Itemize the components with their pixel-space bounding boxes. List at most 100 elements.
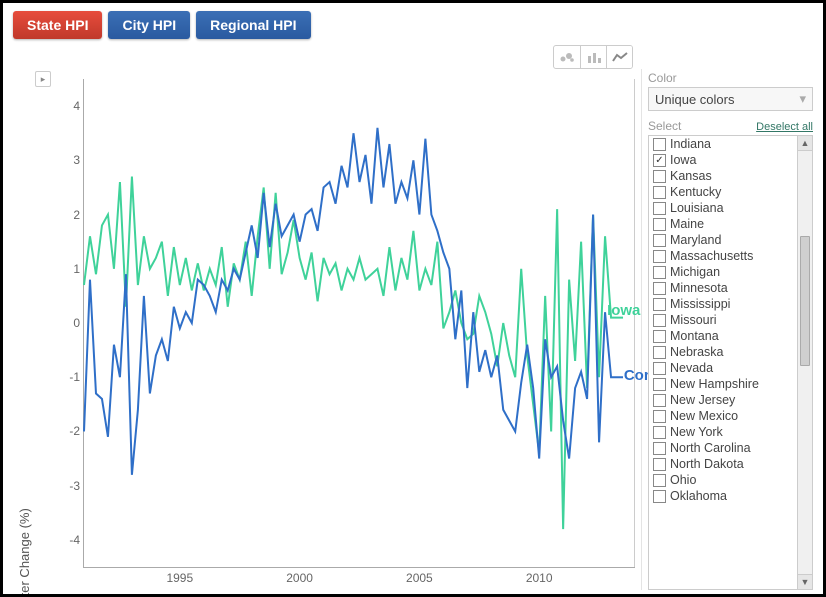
- app-frame: State HPI City HPI Regional HPI 1-Quarte…: [0, 0, 826, 597]
- state-checkbox[interactable]: [653, 378, 666, 391]
- state-label: Minnesota: [670, 281, 728, 295]
- state-label: New Hampshire: [670, 377, 759, 391]
- state-label: New Mexico: [670, 409, 738, 423]
- state-checkbox[interactable]: [653, 298, 666, 311]
- state-item-maryland[interactable]: Maryland: [649, 232, 812, 248]
- state-checkbox[interactable]: [653, 410, 666, 423]
- state-item-louisiana[interactable]: Louisiana: [649, 200, 812, 216]
- x-tick: 2000: [286, 571, 313, 585]
- state-checkbox[interactable]: [653, 330, 666, 343]
- state-label: Mississippi: [670, 297, 730, 311]
- bubble-chart-icon[interactable]: [554, 46, 580, 68]
- state-item-new-mexico[interactable]: New Mexico: [649, 408, 812, 424]
- x-tick: 2005: [406, 571, 433, 585]
- tab-regional-hpi[interactable]: Regional HPI: [196, 11, 310, 39]
- state-item-michigan[interactable]: Michigan: [649, 264, 812, 280]
- state-checkbox[interactable]: [653, 266, 666, 279]
- state-checkbox[interactable]: [653, 186, 666, 199]
- state-item-missouri[interactable]: Missouri: [649, 312, 812, 328]
- state-label: Louisiana: [670, 201, 724, 215]
- state-label: Nevada: [670, 361, 713, 375]
- state-item-kansas[interactable]: Kansas: [649, 168, 812, 184]
- state-checkbox[interactable]: [653, 314, 666, 327]
- y-tick: -2: [56, 424, 80, 438]
- y-tick: 4: [56, 99, 80, 113]
- state-checkbox[interactable]: [653, 234, 666, 247]
- state-item-ohio[interactable]: Ohio: [649, 472, 812, 488]
- color-select[interactable]: Unique colors ▾: [648, 87, 813, 111]
- chart-plot-area[interactable]: -4-3-2-1012341995200020052010IowaConnect…: [83, 79, 635, 568]
- tab-city-hpi[interactable]: City HPI: [108, 11, 190, 39]
- y-axis-label: 1-Quarter Change (%): [17, 508, 32, 597]
- state-label: Montana: [670, 329, 719, 343]
- y-tick: 2: [56, 208, 80, 222]
- state-checkbox[interactable]: [653, 394, 666, 407]
- state-label: New Jersey: [670, 393, 735, 407]
- state-label: Nebraska: [670, 345, 724, 359]
- state-checkbox[interactable]: [653, 170, 666, 183]
- state-label: Maine: [670, 217, 704, 231]
- scroll-up-icon[interactable]: ▲: [798, 136, 812, 151]
- state-item-kentucky[interactable]: Kentucky: [649, 184, 812, 200]
- state-label: Maryland: [670, 233, 721, 247]
- y-tick: -1: [56, 370, 80, 384]
- state-checkbox[interactable]: [653, 250, 666, 263]
- state-label: New York: [670, 425, 723, 439]
- y-tick: -3: [56, 479, 80, 493]
- state-checkbox[interactable]: [653, 346, 666, 359]
- y-tick: 1: [56, 262, 80, 276]
- state-checkbox[interactable]: [653, 362, 666, 375]
- state-item-north-dakota[interactable]: North Dakota: [649, 456, 812, 472]
- state-item-oklahoma[interactable]: Oklahoma: [649, 488, 812, 504]
- scroll-thumb[interactable]: [800, 236, 810, 366]
- state-list-scrollbar[interactable]: ▲ ▼: [797, 136, 812, 589]
- state-item-iowa[interactable]: ✓ Iowa: [649, 152, 812, 168]
- state-checkbox[interactable]: [653, 442, 666, 455]
- state-checkbox[interactable]: ✓: [653, 154, 666, 167]
- state-checkbox[interactable]: [653, 458, 666, 471]
- scroll-down-icon[interactable]: ▼: [798, 574, 812, 589]
- play-button[interactable]: ▸: [35, 71, 51, 87]
- state-item-indiana[interactable]: Indiana: [649, 136, 812, 152]
- state-item-north-carolina[interactable]: North Carolina: [649, 440, 812, 456]
- state-checkbox[interactable]: [653, 218, 666, 231]
- state-checkbox[interactable]: [653, 138, 666, 151]
- state-checkbox[interactable]: [653, 202, 666, 215]
- chevron-down-icon: ▾: [799, 91, 806, 107]
- state-checkbox[interactable]: [653, 474, 666, 487]
- select-label: Select: [648, 119, 681, 133]
- y-tick: -4: [56, 533, 80, 547]
- state-checkbox[interactable]: [653, 426, 666, 439]
- state-item-nebraska[interactable]: Nebraska: [649, 344, 812, 360]
- tab-state-hpi[interactable]: State HPI: [13, 11, 102, 39]
- state-item-montana[interactable]: Montana: [649, 328, 812, 344]
- state-item-new-jersey[interactable]: New Jersey: [649, 392, 812, 408]
- chart-type-toolbar: [13, 45, 633, 69]
- state-checkbox[interactable]: [653, 282, 666, 295]
- deselect-all-link[interactable]: Deselect all: [756, 121, 813, 133]
- state-label: Kansas: [670, 169, 712, 183]
- tab-bar: State HPI City HPI Regional HPI: [13, 11, 813, 39]
- state-label: Oklahoma: [670, 489, 727, 503]
- x-tick: 2010: [526, 571, 553, 585]
- x-tick: 1995: [166, 571, 193, 585]
- y-tick: 3: [56, 153, 80, 167]
- line-chart-icon[interactable]: [606, 46, 632, 68]
- state-label: Iowa: [670, 153, 696, 167]
- state-item-minnesota[interactable]: Minnesota: [649, 280, 812, 296]
- state-item-new-york[interactable]: New York: [649, 424, 812, 440]
- state-item-mississippi[interactable]: Mississippi: [649, 296, 812, 312]
- bar-chart-icon[interactable]: [580, 46, 606, 68]
- state-item-massachusetts[interactable]: Massachusetts: [649, 248, 812, 264]
- state-item-maine[interactable]: Maine: [649, 216, 812, 232]
- state-item-new-hampshire[interactable]: New Hampshire: [649, 376, 812, 392]
- state-label: Michigan: [670, 265, 720, 279]
- color-select-value: Unique colors: [655, 92, 735, 107]
- y-tick: 0: [56, 316, 80, 330]
- state-checkbox[interactable]: [653, 490, 666, 503]
- state-label: Ohio: [670, 473, 696, 487]
- series-connecticut: [84, 128, 623, 475]
- series-label-iowa: Iowa: [607, 302, 640, 319]
- state-label: North Dakota: [670, 457, 744, 471]
- state-item-nevada[interactable]: Nevada: [649, 360, 812, 376]
